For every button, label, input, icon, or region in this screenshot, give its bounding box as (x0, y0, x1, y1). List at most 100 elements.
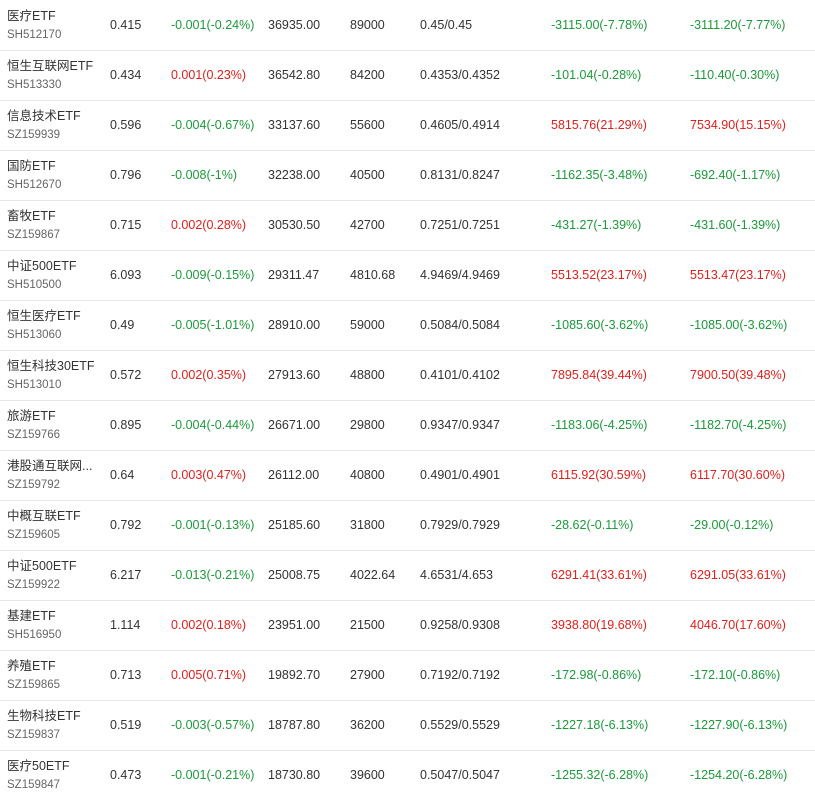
holdings-table: 医疗ETF SH512170 0.415 -0.001(-0.24%) 3693… (0, 0, 815, 800)
total-pl-cell: -1227.90(-6.13%) (690, 718, 788, 732)
shares-cell: 40500 (350, 168, 385, 182)
position-pl-cell: 3938.80(19.68%) (551, 618, 647, 632)
table-row[interactable]: 生物科技ETF SZ159837 0.519 -0.003(-0.57%) 18… (0, 700, 815, 750)
table-row[interactable]: 恒生科技30ETF SH513010 0.572 0.002(0.35%) 27… (0, 350, 815, 400)
market-value-cell: 23951.00 (268, 618, 321, 632)
cost-price-cell: 0.45/0.45 (420, 17, 473, 32)
cost-price-cell: 0.4901/0.4901 (420, 468, 500, 482)
table-row[interactable]: 畜牧ETF SZ159867 0.715 0.002(0.28%) 30530.… (0, 200, 815, 250)
market-value-cell: 33137.60 (268, 118, 321, 132)
fund-code: SH513010 (7, 379, 62, 391)
market-value-cell: 18730.80 (268, 768, 321, 783)
change-cell: 0.002(0.18%) (171, 618, 247, 632)
cost-price-cell: 0.5529/0.5529 (420, 718, 500, 732)
table-row[interactable]: 医疗50ETF SZ159847 0.473 -0.001(-0.21%) 18… (0, 750, 815, 800)
position-pl-cell: 5513.52(23.17%) (551, 268, 647, 282)
fund-code: SH513330 (7, 79, 62, 91)
table-row[interactable]: 国防ETF SH512670 0.796 -0.008(-1%) 32238.0… (0, 150, 815, 200)
fund-name: 医疗ETF (7, 8, 56, 23)
fund-name: 国防ETF (7, 159, 56, 173)
table-row[interactable]: 中证500ETF SH510500 6.093 -0.009(-0.15%) 2… (0, 250, 815, 300)
cost-price-cell: 4.6531/4.653 (420, 568, 493, 582)
market-value-cell: 29311.47 (268, 268, 320, 282)
table-row[interactable]: 中概互联ETF SZ159605 0.792 -0.001(-0.13%) 25… (0, 500, 815, 550)
fund-name: 旅游ETF (7, 409, 56, 423)
fund-code: SZ159922 (7, 579, 61, 591)
shares-cell: 36200 (350, 718, 385, 732)
table-row[interactable]: 医疗ETF SH512170 0.415 -0.001(-0.24%) 3693… (0, 0, 815, 50)
position-pl-cell: 6115.92(30.59%) (551, 468, 646, 482)
fund-code: SZ159865 (7, 679, 61, 691)
cost-price-cell: 0.5084/0.5084 (420, 318, 500, 332)
market-value-cell: 26671.00 (268, 418, 321, 432)
fund-name: 医疗50ETF (7, 759, 70, 774)
table-row[interactable]: 港股通互联网... SZ159792 0.64 0.003(0.47%) 261… (0, 450, 815, 500)
position-pl-cell: -1162.35(-3.48%) (551, 168, 648, 182)
name-cell: 恒生医疗ETF SH513060 (0, 300, 110, 350)
fund-name: 港股通互联网... (7, 459, 93, 473)
total-pl-cell: -431.60(-1.39%) (690, 218, 781, 232)
table-row[interactable]: 基建ETF SH516950 1.114 0.002(0.18%) 23951.… (0, 600, 815, 650)
cost-price-cell: 0.4101/0.4102 (420, 368, 500, 382)
shares-cell: 39600 (350, 768, 385, 783)
market-value-cell: 25185.60 (268, 518, 321, 532)
cost-price-cell: 0.4605/0.4914 (420, 118, 500, 132)
fund-code: SZ159792 (7, 479, 61, 491)
name-cell: 旅游ETF SZ159766 (0, 400, 110, 450)
change-cell: -0.008(-1%) (171, 168, 237, 182)
fund-code: SZ159939 (7, 129, 61, 141)
fund-code: SZ159867 (7, 229, 61, 241)
table-row[interactable]: 中证500ETF SZ159922 6.217 -0.013(-0.21%) 2… (0, 550, 815, 600)
total-pl-cell: -692.40(-1.17%) (690, 168, 781, 182)
fund-name: 生物科技ETF (7, 709, 81, 723)
price-cell: 0.415 (110, 17, 142, 32)
name-cell: 中概互联ETF SZ159605 (0, 500, 110, 550)
cost-price-cell: 0.8131/0.8247 (420, 168, 500, 182)
fund-name: 中证500ETF (7, 559, 77, 573)
change-cell: 0.005(0.71%) (171, 668, 247, 682)
market-value-cell: 36935.00 (268, 17, 321, 32)
fund-code: SH513060 (7, 329, 62, 341)
fund-name: 中概互联ETF (7, 509, 81, 523)
fund-name: 基建ETF (7, 609, 56, 623)
change-cell: -0.009(-0.15%) (171, 268, 255, 282)
table-row[interactable]: 旅游ETF SZ159766 0.895 -0.004(-0.44%) 2667… (0, 400, 815, 450)
shares-cell: 31800 (350, 518, 385, 532)
fund-name: 恒生科技30ETF (7, 359, 95, 373)
shares-cell: 27900 (350, 668, 385, 682)
market-value-cell: 32238.00 (268, 168, 321, 182)
change-cell: -0.013(-0.21%) (171, 568, 255, 582)
fund-code: SH516950 (7, 629, 62, 641)
shares-cell: 42700 (350, 218, 385, 232)
position-pl-cell: -28.62(-0.11%) (551, 518, 634, 532)
shares-cell: 40800 (350, 468, 385, 482)
price-cell: 0.792 (110, 518, 142, 532)
total-pl-cell: -110.40(-0.30%) (690, 68, 780, 82)
cost-price-cell: 0.9258/0.9308 (420, 618, 500, 632)
price-cell: 0.64 (110, 468, 135, 482)
change-cell: 0.003(0.47%) (171, 468, 247, 482)
cost-price-cell: 0.7251/0.7251 (420, 218, 500, 232)
fund-code: SZ159847 (7, 779, 61, 792)
table-row[interactable]: 恒生医疗ETF SH513060 0.49 -0.005(-1.01%) 289… (0, 300, 815, 350)
table-row[interactable]: 信息技术ETF SZ159939 0.596 -0.004(-0.67%) 33… (0, 100, 815, 150)
position-pl-cell: -1183.06(-4.25%) (551, 418, 648, 432)
change-cell: -0.001(-0.21%) (171, 768, 255, 783)
name-cell: 畜牧ETF SZ159867 (0, 200, 110, 250)
change-cell: -0.001(-0.13%) (171, 518, 255, 532)
change-cell: -0.003(-0.57%) (171, 718, 255, 732)
position-pl-cell: 5815.76(21.29%) (551, 118, 647, 132)
table-row[interactable]: 恒生互联网ETF SH513330 0.434 0.001(0.23%) 365… (0, 50, 815, 100)
table-row[interactable]: 养殖ETF SZ159865 0.713 0.005(0.71%) 19892.… (0, 650, 815, 700)
fund-code: SH512670 (7, 179, 62, 191)
position-pl-cell: -1085.60(-3.62%) (551, 318, 649, 332)
price-cell: 1.114 (110, 618, 141, 632)
name-cell: 生物科技ETF SZ159837 (0, 700, 110, 750)
price-cell: 0.473 (110, 768, 142, 783)
change-cell: 0.002(0.28%) (171, 218, 247, 232)
position-pl-cell: 7895.84(39.44%) (551, 368, 647, 382)
change-cell: -0.004(-0.44%) (171, 418, 255, 432)
price-cell: 6.093 (110, 268, 142, 282)
shares-cell: 48800 (350, 368, 385, 382)
shares-cell: 84200 (350, 68, 385, 82)
